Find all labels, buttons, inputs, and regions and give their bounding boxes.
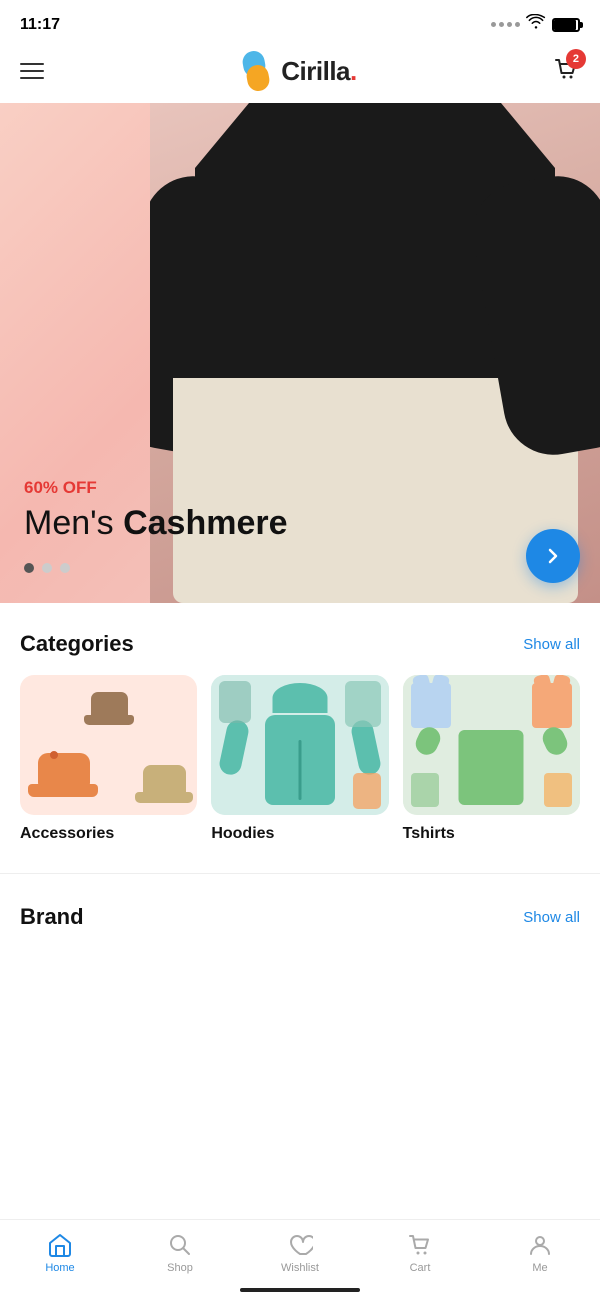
nav-shop[interactable]: Shop (120, 1232, 240, 1274)
battery-icon (552, 18, 580, 32)
hero-text: 60% OFF Men's Cashmere (24, 478, 288, 543)
heart-icon (287, 1232, 313, 1258)
brand-header: Brand Show all (20, 904, 580, 930)
wishlist-label: Wishlist (281, 1262, 319, 1274)
cart-badge: 2 (566, 49, 586, 69)
hero-title: Men's Cashmere (24, 504, 288, 543)
hoodies-label: Hoodies (211, 825, 388, 843)
hero-banner: 60% OFF Men's Cashmere (0, 103, 600, 603)
me-label: Me (532, 1262, 547, 1274)
categories-grid: Accessories Hoodies (20, 675, 580, 843)
categories-section: Categories Show all (0, 603, 600, 853)
brand-show-all[interactable]: Show all (523, 909, 580, 926)
category-hoodies[interactable]: Hoodies (211, 675, 388, 843)
home-label: Home (45, 1262, 74, 1274)
category-tshirts[interactable]: Tshirts (403, 675, 580, 843)
tshirts-label: Tshirts (403, 825, 580, 843)
hero-discount: 60% OFF (24, 478, 288, 498)
cart-button[interactable]: 2 (552, 55, 580, 88)
accessories-label: Accessories (20, 825, 197, 843)
tshirts-image (403, 675, 580, 815)
hero-pagination (24, 563, 70, 573)
nav-home[interactable]: Home (0, 1232, 120, 1274)
status-time: 11:17 (20, 16, 60, 34)
categories-header: Categories Show all (20, 631, 580, 657)
divider (0, 873, 600, 874)
accessories-image (20, 675, 197, 815)
wifi-icon (526, 14, 546, 35)
nav-cart[interactable]: Cart (360, 1232, 480, 1274)
app-header: Cirilla. 2 (0, 43, 600, 103)
logo-icon (239, 51, 275, 91)
categories-show-all[interactable]: Show all (523, 636, 580, 653)
menu-button[interactable] (20, 63, 44, 79)
cart-label: Cart (410, 1262, 431, 1274)
hero-dot-2[interactable] (42, 563, 52, 573)
hero-dot-3[interactable] (60, 563, 70, 573)
nav-me[interactable]: Me (480, 1232, 600, 1274)
bottom-navigation: Home Shop Wishlist Cart (0, 1219, 600, 1298)
home-indicator (240, 1288, 360, 1292)
hoodies-image (211, 675, 388, 815)
profile-icon (527, 1232, 553, 1258)
hero-dot-1[interactable] (24, 563, 34, 573)
categories-title: Categories (20, 631, 134, 657)
hero-next-button[interactable] (526, 529, 580, 583)
nav-wishlist[interactable]: Wishlist (240, 1232, 360, 1274)
cart-nav-icon (407, 1232, 433, 1258)
logo: Cirilla. (239, 51, 356, 91)
search-icon (167, 1232, 193, 1258)
home-icon (47, 1232, 73, 1258)
logo-text: Cirilla. (281, 56, 356, 87)
brand-title: Brand (20, 904, 84, 930)
brand-section: Brand Show all (0, 894, 600, 930)
status-bar: 11:17 (0, 0, 600, 43)
status-icons (491, 14, 580, 35)
signal-icon (491, 22, 520, 27)
shop-label: Shop (167, 1262, 193, 1274)
category-accessories[interactable]: Accessories (20, 675, 197, 843)
